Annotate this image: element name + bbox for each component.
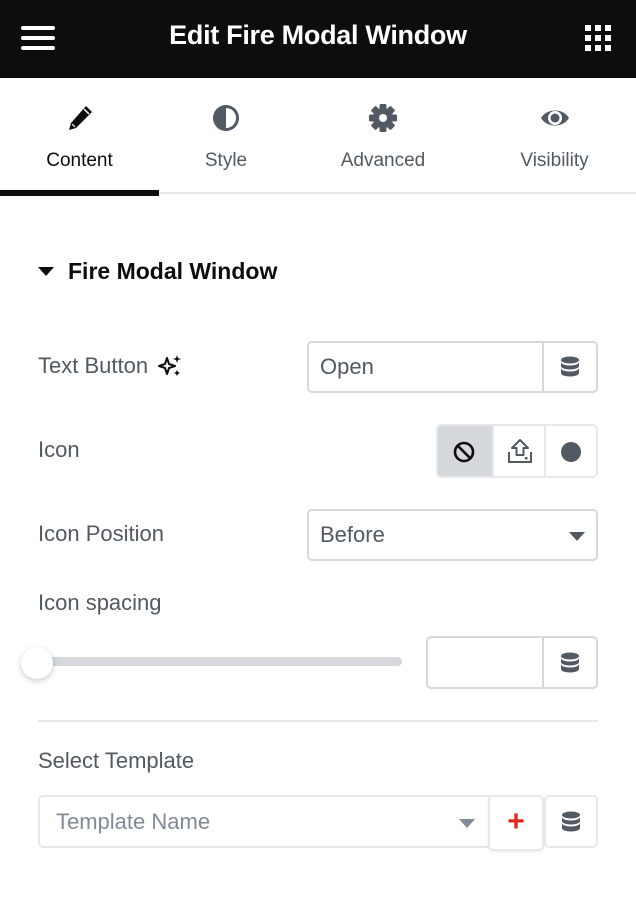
icon-position-value: Before [320,522,385,547]
icon-option-library[interactable] [544,426,596,476]
database-icon[interactable] [560,652,580,674]
pencil-icon [68,106,92,130]
gear-icon [369,104,397,132]
grid-apps-icon[interactable] [585,25,611,51]
tab-label: Visibility [520,150,589,171]
icon-spacing-input[interactable] [426,636,598,689]
icon-spacing-slider-handle[interactable] [21,647,53,679]
text-button-value: Open [320,354,374,379]
section-toggle[interactable]: Fire Modal Window [38,258,277,285]
icon-option-none[interactable] [438,426,492,476]
template-select[interactable]: Template Name [38,795,492,848]
tab-visibility[interactable]: Visibility [473,78,636,192]
text-button-input[interactable]: Open [307,341,598,393]
add-template-button[interactable]: + [488,795,544,851]
icon-choice-group [436,424,598,478]
template-select-placeholder: Template Name [56,808,211,834]
tab-advanced[interactable]: Advanced [293,78,473,192]
tab-bar: Content Style Advanced Visibility [0,78,636,196]
icon-label: Icon [38,437,80,462]
field-divider [542,343,544,391]
chevron-down-icon [569,532,585,541]
chevron-down-icon [459,819,475,828]
ban-icon [453,441,475,463]
circle-icon [561,442,581,462]
text-button-label: Text Button [38,353,149,378]
template-dynamic-button[interactable] [544,795,598,848]
tab-style[interactable]: Style [159,78,293,192]
sparkle-icon[interactable] [158,354,182,378]
eye-icon [540,110,569,126]
icon-position-select[interactable]: Before [307,509,598,561]
icon-spacing-label: Icon spacing [38,590,162,615]
text-button-label-row: Text Button [38,353,182,379]
plus-icon: + [507,805,525,838]
database-icon [562,811,580,832]
icon-option-upload[interactable] [492,426,544,476]
icon-spacing-slider[interactable] [38,657,402,666]
icon-position-label: Icon Position [38,521,164,546]
section-title: Fire Modal Window [68,258,278,284]
panel-title: Edit Fire Modal Window [169,20,467,50]
tab-label: Content [46,150,113,171]
select-template-label: Select Template [38,748,195,773]
tab-content[interactable]: Content [0,78,159,196]
tab-label: Style [204,150,248,171]
section-divider [38,720,598,722]
database-icon[interactable] [560,356,580,378]
half-circle-contrast-icon [213,105,239,131]
panel-header: Edit Fire Modal Window [0,0,636,78]
upload-icon [508,439,532,463]
tab-label: Advanced [340,150,426,171]
field-divider [542,638,544,687]
caret-down-icon [38,267,54,276]
